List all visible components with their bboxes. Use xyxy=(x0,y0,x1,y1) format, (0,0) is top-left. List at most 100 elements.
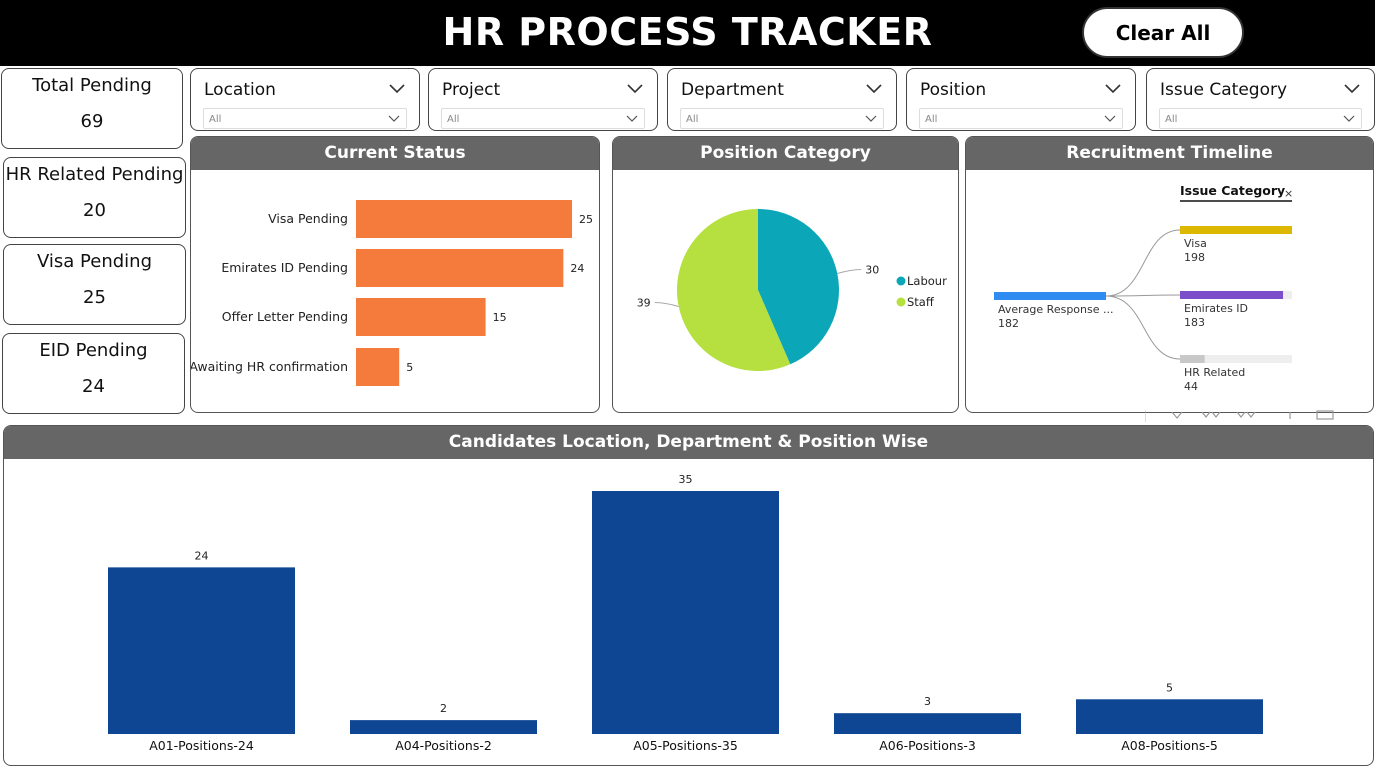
x-tick-label: A08-Positions-5 xyxy=(1121,738,1218,753)
tree-connector xyxy=(1105,295,1181,360)
kpi-hr-related-pending: HR Related Pending 20 xyxy=(3,157,186,238)
position-category-chart: 30 39 Labour Staff xyxy=(637,209,947,371)
recruitment-timeline-panel: Recruitment Timeline Issue Category × Aver… xyxy=(965,136,1374,413)
chevron-down-icon xyxy=(388,115,400,122)
tree-level-header: Issue Category xyxy=(1180,183,1285,198)
tree-node-value: 198 xyxy=(1184,251,1205,264)
x-tick-label: A06-Positions-3 xyxy=(879,738,976,753)
slicer-value: All xyxy=(447,114,460,125)
chevron-down-icon xyxy=(1104,115,1116,122)
chevron-down-icon xyxy=(1343,115,1355,122)
tree-node-bar[interactable] xyxy=(1180,355,1205,363)
status-bar[interactable] xyxy=(356,298,486,336)
candidate-bar[interactable] xyxy=(834,713,1021,734)
tree-connector xyxy=(1105,294,1181,297)
candidate-bar[interactable] xyxy=(592,491,779,734)
status-bar[interactable] xyxy=(356,200,572,238)
slicer-title: Department xyxy=(681,80,784,100)
tree-node-value: 44 xyxy=(1184,380,1198,393)
status-bar[interactable] xyxy=(356,348,400,386)
candidates-panel: Candidates Location, Department & Positi… xyxy=(3,425,1374,766)
visual-toolbar-icons xyxy=(1145,410,1334,422)
slicer-dropdown[interactable]: All xyxy=(919,108,1123,129)
kpi-value: 25 xyxy=(83,287,106,308)
kpi-value: 69 xyxy=(80,111,104,132)
tree-node-bar[interactable] xyxy=(1180,291,1284,299)
clear-all-button[interactable]: Clear All xyxy=(1082,7,1244,58)
category-label: Offer Letter Pending xyxy=(222,309,348,324)
kpi-label: EID Pending xyxy=(39,340,148,361)
panel-title: Candidates Location, Department & Positi… xyxy=(4,426,1373,459)
slicer-department[interactable]: Department All xyxy=(667,68,897,131)
data-label: 15 xyxy=(493,311,507,324)
position-category-panel: Position Category 30 39 Labour Staff xyxy=(612,136,959,413)
tree-connector xyxy=(1105,229,1181,297)
x-tick-label: A01-Positions-24 xyxy=(149,738,254,753)
data-label: 25 xyxy=(579,213,593,226)
kpi-value: 24 xyxy=(82,376,105,397)
slicer-project[interactable]: Project All xyxy=(428,68,658,131)
slicer-dropdown[interactable]: All xyxy=(203,108,407,129)
kpi-total-pending: Total Pending 69 xyxy=(1,68,183,149)
category-label: Awaiting HR confirmation xyxy=(191,359,348,374)
slicer-title: Issue Category xyxy=(1160,80,1288,100)
data-label: 39 xyxy=(637,296,651,309)
slicer-issue-category[interactable]: Issue Category All xyxy=(1146,68,1375,131)
kpi-visa-pending: Visa Pending 25 xyxy=(3,244,186,325)
panel-title: Recruitment Timeline xyxy=(966,137,1373,170)
chevron-down-icon xyxy=(865,115,877,122)
chevron-down-icon[interactable] xyxy=(627,81,643,95)
tree-root-label: Average Response ... xyxy=(998,303,1113,316)
slicer-value: All xyxy=(686,114,699,125)
tree-node-bar[interactable] xyxy=(1180,226,1292,234)
kpi-label: HR Related Pending xyxy=(5,164,184,185)
kpi-value: 20 xyxy=(83,200,106,221)
slicer-location[interactable]: Location All xyxy=(190,68,420,131)
slicer-value: All xyxy=(1165,114,1178,125)
panel-title: Current Status xyxy=(191,137,599,170)
kpi-eid-pending: EID Pending 24 xyxy=(2,333,185,414)
slicer-dropdown[interactable]: All xyxy=(680,108,884,129)
leader-line xyxy=(654,301,679,307)
tree-node-label: Visa xyxy=(1184,237,1207,250)
slicer-dropdown[interactable]: All xyxy=(441,108,645,129)
legend-label: Staff xyxy=(907,295,935,309)
candidate-bar[interactable] xyxy=(1076,699,1263,734)
candidate-bar[interactable] xyxy=(350,720,537,734)
candidates-chart: 24 A01-Positions-24 2 A04-Positions-2 35 A05-… xyxy=(108,473,1263,753)
current-status-chart: Visa Pending 25 Emirates ID Pending 24 Offer… xyxy=(191,200,593,386)
chevron-down-icon[interactable] xyxy=(389,81,405,95)
tree-node-value: 183 xyxy=(1184,316,1205,329)
x-tick-label: A05-Positions-35 xyxy=(633,738,738,753)
leader-line xyxy=(837,269,862,275)
slicer-position[interactable]: Position All xyxy=(906,68,1136,131)
data-label: 3 xyxy=(924,695,931,708)
kpi-label: Total Pending xyxy=(32,75,152,96)
header-bar: HR PROCESS TRACKER Clear All xyxy=(0,0,1375,66)
data-label: 24 xyxy=(570,262,584,275)
slicer-title: Location xyxy=(204,80,276,100)
status-bar[interactable] xyxy=(356,249,564,287)
tree-root-bar[interactable] xyxy=(994,292,1106,300)
x-tick-label: A04-Positions-2 xyxy=(395,738,492,753)
chevron-down-icon[interactable] xyxy=(1105,81,1121,95)
data-label: 2 xyxy=(440,702,447,715)
chevron-down-icon[interactable] xyxy=(1344,81,1360,95)
legend-label: Labour xyxy=(907,274,947,288)
decomposition-tree[interactable]: Issue Category× Average Response ...182 Vi… xyxy=(966,170,1373,412)
data-label: 35 xyxy=(679,473,693,486)
chevron-down-icon[interactable] xyxy=(866,81,882,95)
current-status-panel: Current Status Visa Pending 25 Emirates ID… xyxy=(190,136,600,413)
panel-title: Position Category xyxy=(613,137,958,170)
candidate-bar[interactable] xyxy=(108,567,295,734)
tree-root-value: 182 xyxy=(998,317,1019,330)
tree-node-label: HR Related xyxy=(1184,366,1245,379)
slicer-dropdown[interactable]: All xyxy=(1159,108,1362,129)
slicer-title: Project xyxy=(442,80,501,100)
data-label: 24 xyxy=(195,549,209,562)
close-icon[interactable]: × xyxy=(1284,187,1293,200)
legend-marker xyxy=(896,276,906,286)
chevron-down-icon xyxy=(626,115,638,122)
legend-marker xyxy=(896,297,906,307)
slicer-value: All xyxy=(925,114,938,125)
